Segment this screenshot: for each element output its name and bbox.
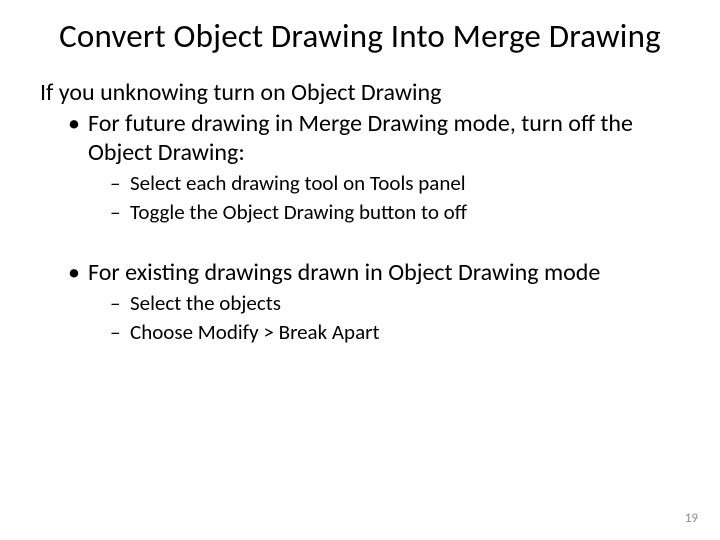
bullet-list: For existing drawings drawn in Object Dr… <box>68 258 680 346</box>
slide-title: Convert Object Drawing Into Merge Drawin… <box>40 18 680 56</box>
bullet-list: For future drawing in Merge Drawing mode… <box>68 109 680 226</box>
sub-bullet-list: Select each drawing tool on Tools panel … <box>110 170 680 227</box>
spacer <box>40 232 680 258</box>
page-number: 19 <box>685 511 698 526</box>
list-item: Choose Modify > Break Apart <box>110 319 680 346</box>
list-item: For existing drawings drawn in Object Dr… <box>68 258 680 346</box>
list-item: Select the objects <box>110 290 680 317</box>
bullet-text: For future drawing in Merge Drawing mode… <box>88 109 633 167</box>
slide: Convert Object Drawing Into Merge Drawin… <box>0 0 720 540</box>
sub-bullet-list: Select the objects Choose Modify > Break… <box>110 290 680 347</box>
slide-body: If you unknowing turn on Object Drawing … <box>40 78 680 346</box>
intro-text: If you unknowing turn on Object Drawing <box>40 78 680 107</box>
list-item: For future drawing in Merge Drawing mode… <box>68 109 680 226</box>
list-item: Toggle the Object Drawing button to off <box>110 199 680 226</box>
bullet-text: For existing drawings drawn in Object Dr… <box>88 258 600 287</box>
list-item: Select each drawing tool on Tools panel <box>110 170 680 197</box>
